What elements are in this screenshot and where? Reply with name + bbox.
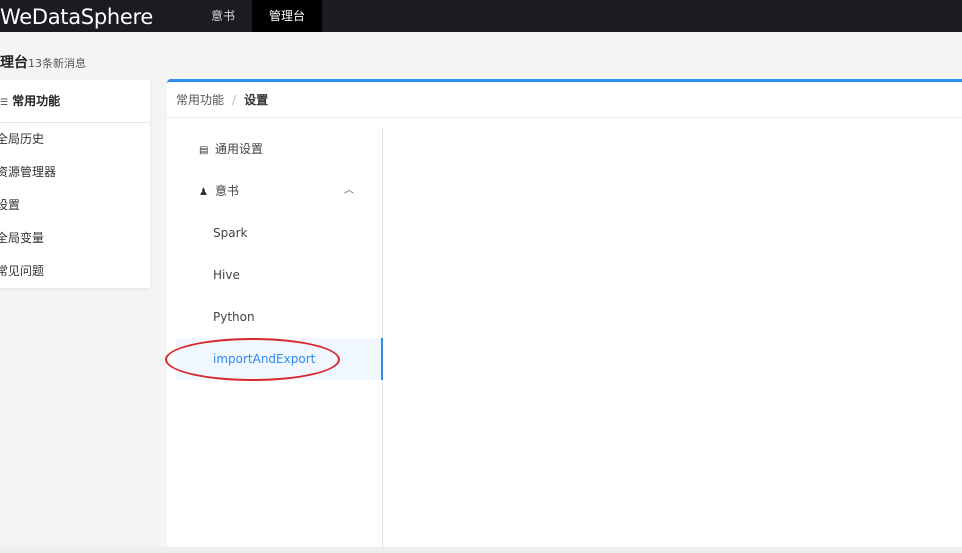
left-item-label: 常见问题 bbox=[0, 264, 45, 278]
breadcrumb-parent[interactable]: 常用功能 bbox=[176, 93, 224, 107]
left-item-global-variables[interactable]: 全局变量 bbox=[0, 222, 150, 255]
list-icon: ☰ bbox=[0, 98, 9, 108]
menu-item-label: 通用设置 bbox=[215, 142, 264, 156]
breadcrumb-current: 设置 bbox=[244, 93, 269, 107]
menu-item-hive[interactable]: Hive bbox=[176, 254, 382, 296]
bottom-scroll-strip bbox=[0, 547, 962, 553]
left-item-label: 全局历史 bbox=[0, 132, 45, 146]
top-navigation-bar: WeDataSphere 意书 管理台 bbox=[0, 0, 962, 32]
menu-item-python[interactable]: Python bbox=[176, 296, 382, 338]
users-icon: ♟ bbox=[199, 187, 208, 198]
left-item-global-history[interactable]: 全局历史 bbox=[0, 123, 150, 156]
settings-panel: 常用功能 / 设置 ▤ 通用设置 ♟ 意书 ︿ Spark Hive Python im… bbox=[167, 79, 962, 550]
document-icon: ▤ bbox=[199, 145, 209, 156]
brand-logo[interactable]: WeDataSphere bbox=[0, 2, 153, 32]
breadcrumb: 常用功能 / 设置 bbox=[167, 82, 962, 118]
menu-item-yishu-group[interactable]: ♟ 意书 ︿ bbox=[176, 170, 382, 212]
topnav-item-admin[interactable]: 管理台 bbox=[252, 0, 323, 32]
new-messages-count[interactable]: 13条新消息 bbox=[28, 57, 86, 70]
common-functions-header: ☰ 常用功能 bbox=[0, 80, 150, 123]
left-item-faq[interactable]: 常见问题 bbox=[0, 255, 150, 288]
chevron-up-icon[interactable]: ︿ bbox=[344, 170, 354, 212]
breadcrumb-separator: / bbox=[232, 93, 237, 107]
left-item-label: 全局变量 bbox=[0, 231, 45, 245]
left-item-label: 设置 bbox=[0, 198, 21, 212]
common-functions-list: 全局历史 资源管理器 设置 全局变量 常见问题 bbox=[0, 123, 150, 288]
common-functions-card: ☰ 常用功能 全局历史 资源管理器 设置 全局变量 常见问题 bbox=[0, 80, 150, 288]
top-nav: 意书 管理台 bbox=[194, 0, 323, 32]
settings-menu: ▤ 通用设置 ♟ 意书 ︿ Spark Hive Python importAndE… bbox=[176, 128, 383, 550]
left-item-label: 资源管理器 bbox=[0, 165, 57, 179]
page-title: 理台 bbox=[0, 55, 28, 71]
topnav-item-yishu[interactable]: 意书 bbox=[194, 0, 252, 32]
left-item-settings[interactable]: 设置 bbox=[0, 189, 150, 222]
left-item-resource-manager[interactable]: 资源管理器 bbox=[0, 156, 150, 189]
common-functions-title: 常用功能 bbox=[12, 94, 61, 108]
page-header: 理台13条新消息 bbox=[0, 52, 86, 72]
menu-item-general-settings[interactable]: ▤ 通用设置 bbox=[176, 128, 382, 170]
menu-item-spark[interactable]: Spark bbox=[176, 212, 382, 254]
menu-item-label: 意书 bbox=[215, 184, 240, 198]
menu-item-import-and-export[interactable]: importAndExport bbox=[176, 338, 383, 380]
